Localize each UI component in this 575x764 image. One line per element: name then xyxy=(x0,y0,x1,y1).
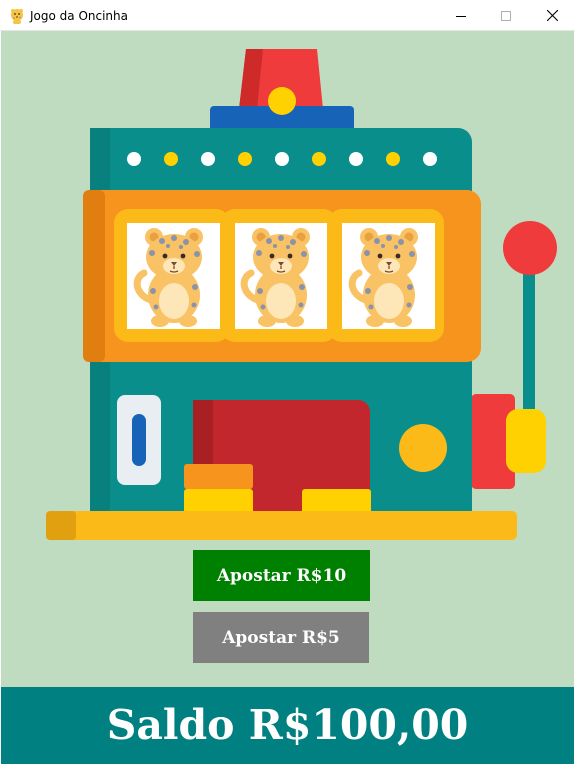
lever[interactable] xyxy=(471,221,557,489)
lever-knob[interactable] xyxy=(503,221,557,275)
machine-base xyxy=(46,511,517,540)
game-area: Apostar R$10 Apostar R$5 Saldo R$100,00 xyxy=(1,31,574,764)
slot-machine xyxy=(46,49,557,540)
title-bar: Jogo da Oncinha xyxy=(0,0,575,31)
minimize-icon xyxy=(456,15,466,17)
maximize-button[interactable] xyxy=(483,0,529,31)
bet-5-button[interactable]: Apostar R$5 xyxy=(193,612,369,663)
balance-label: Saldo R$100,00 xyxy=(106,701,469,749)
coin-button xyxy=(399,424,447,472)
minimize-button[interactable] xyxy=(438,0,484,31)
bet-10-button[interactable]: Apostar R$10 xyxy=(193,550,370,601)
maximize-icon xyxy=(501,10,511,21)
coin-stack xyxy=(184,464,253,489)
balance-bar: Saldo R$100,00 xyxy=(1,687,574,764)
siren-light xyxy=(268,87,296,115)
close-button[interactable] xyxy=(529,0,575,31)
window-title: Jogo da Oncinha xyxy=(30,9,128,23)
light-dots xyxy=(127,152,437,166)
jaguar-icon xyxy=(11,9,23,24)
close-icon xyxy=(546,10,558,21)
